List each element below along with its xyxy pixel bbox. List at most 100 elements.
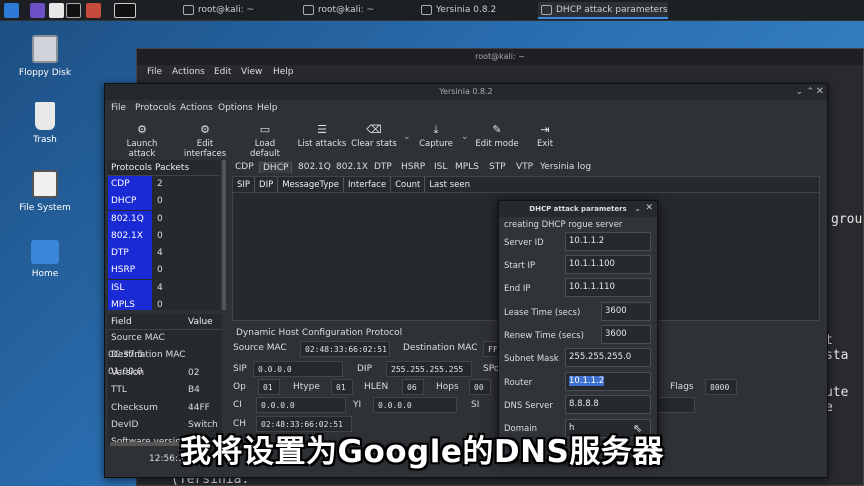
tab-8021q[interactable]: 802.1Q (295, 162, 334, 172)
menu-view[interactable]: View (241, 67, 262, 77)
yersinia-window[interactable]: Yersinia 0.8.2 ⌄ ⌃ ✕ File Protocols Acti… (104, 83, 828, 478)
protocols-panel: Protocols Packets CDP 2 DHCP 0 802.1Q 0 802.… (108, 160, 220, 310)
file-manager-icon[interactable] (49, 3, 64, 18)
hlen-label: HLEN (364, 382, 389, 392)
hops-field[interactable]: 00 (469, 379, 491, 395)
field-row[interactable]: TTL B4 (108, 382, 222, 399)
tab-dhcp[interactable]: DHCP (259, 162, 293, 173)
desktop-trash[interactable]: Trash (10, 102, 80, 145)
edit-mode-button[interactable]: ✎ Edit mode (475, 124, 519, 150)
lease-time-label: Lease Time (secs) (504, 308, 581, 318)
protocol-row[interactable]: CDP 2 (108, 176, 220, 193)
terminal-launcher-icon[interactable] (66, 3, 81, 18)
tab-vtp[interactable]: VTP (513, 162, 536, 172)
router-input[interactable]: 10.1.1.2 (565, 372, 651, 391)
dialog-title: DHCP attack parameters (499, 201, 657, 217)
menu-file[interactable]: File (111, 103, 126, 113)
server-id-input[interactable]: 10.1.1.2 (565, 232, 651, 251)
htype-field[interactable]: 01 (331, 379, 353, 395)
clear-stats-button[interactable]: ⌫ Clear stats (350, 123, 398, 150)
workspace-icon[interactable] (30, 3, 45, 18)
op-field[interactable]: 01 (258, 379, 280, 395)
clear-icon: ⌫ (366, 123, 382, 136)
tab-stp[interactable]: STP (486, 162, 509, 172)
tab-yersinia-log[interactable]: Yersinia log (537, 162, 594, 172)
desktop-floppy[interactable]: Floppy Disk (10, 35, 80, 78)
exit-button[interactable]: ⇥ Exit (531, 124, 559, 150)
end-ip-input[interactable]: 10.1.1.110 (565, 278, 651, 297)
chevron-down-icon[interactable]: ⌄ (461, 132, 469, 142)
tab-dtp[interactable]: DTP (371, 162, 395, 172)
terminal-icon[interactable] (114, 3, 136, 18)
menu-help[interactable]: Help (257, 103, 278, 113)
list-attacks-button[interactable]: ☰ List attacks (297, 124, 347, 150)
menu-help[interactable]: Help (273, 67, 294, 77)
fields-header: Field Value (108, 314, 222, 330)
tab-hsrp[interactable]: HSRP (398, 162, 428, 172)
maximize-icon[interactable]: ⌃ (806, 87, 814, 97)
launch-attack-button[interactable]: ⚙ Launch attack (113, 124, 171, 160)
task-yersinia[interactable]: Yersinia 0.8.2 (418, 2, 526, 19)
hlen-field[interactable]: 06 (402, 379, 424, 395)
yi-field[interactable]: 0.0.0.0 (373, 397, 457, 413)
selected-text: 10.1.1.2 (569, 376, 605, 386)
chevron-down-icon[interactable]: ⌄ (403, 132, 411, 142)
edit-interfaces-button[interactable]: ⚙ Edit interfaces (175, 124, 235, 160)
dip-field[interactable]: 255.255.255.255 (386, 361, 472, 377)
tab-cdp[interactable]: CDP (232, 162, 257, 172)
protocol-row[interactable]: 802.1Q 0 (108, 210, 220, 228)
protocol-row[interactable]: ISL 4 (108, 279, 220, 297)
protocol-row[interactable]: HSRP 0 (108, 262, 220, 280)
source-mac-field[interactable]: 02:48:33:66:02:51 (300, 341, 390, 357)
minimize-icon[interactable]: ⌄ (795, 87, 803, 97)
field-row[interactable]: Destination MAC01:00:0 (108, 347, 222, 377)
yersinia-title: Yersinia 0.8.2 (105, 84, 827, 100)
desktop-filesystem[interactable]: File System (10, 170, 80, 213)
minimize-icon[interactable]: ⌄ (634, 204, 641, 213)
close-icon[interactable]: ✕ (816, 86, 824, 97)
menu-actions[interactable]: Actions (172, 67, 205, 77)
section-title: Dynamic Host Configuration Protocol (236, 328, 403, 338)
tab-8021x[interactable]: 802.1X (333, 162, 371, 172)
kali-menu-icon[interactable] (4, 3, 19, 18)
ci-field[interactable]: 0.0.0.0 (256, 397, 346, 413)
field-row[interactable]: Checksum 44FF (108, 400, 222, 417)
htype-label: Htype (293, 382, 320, 392)
menu-options[interactable]: Options (218, 103, 253, 113)
window-icon (541, 5, 552, 15)
terminal-title: root@kali: ~ (137, 49, 863, 65)
router-label: Router (504, 378, 533, 388)
task-terminal-1[interactable]: root@kali: ~ (180, 2, 290, 19)
start-ip-input[interactable]: 10.1.1.100 (565, 255, 651, 274)
tab-isl[interactable]: ISL (431, 162, 450, 172)
close-icon[interactable]: ✕ (645, 203, 653, 213)
browser-icon[interactable] (86, 3, 101, 18)
protocol-row[interactable]: DTP 4 (108, 245, 220, 263)
capture-button[interactable]: ⤓ Capture (417, 124, 455, 150)
extra-field[interactable] (655, 397, 695, 413)
menu-actions[interactable]: Actions (180, 103, 213, 113)
load-default-button[interactable]: ▭ Load default (239, 124, 291, 160)
task-terminal-2[interactable]: root@kali: ~ (300, 2, 410, 19)
subnet-mask-input[interactable]: 255.255.255.0 (565, 348, 651, 367)
desktop-home[interactable]: Home (10, 240, 80, 279)
task-dhcp-params[interactable]: DHCP attack parameters (538, 2, 668, 19)
window-icon (421, 5, 432, 15)
sip-field[interactable]: 0.0.0.0 (253, 361, 343, 377)
protocol-row[interactable]: DHCP 0 (108, 193, 220, 211)
yi-label: YI (353, 400, 362, 410)
protocol-row[interactable]: MPLS 0 (108, 297, 220, 310)
renew-time-input[interactable]: 3600 (601, 325, 651, 344)
protocols-scrollbar[interactable] (222, 160, 226, 310)
field-row[interactable]: Source MAC0C:37:5 (108, 330, 222, 360)
lease-time-input[interactable]: 3600 (601, 302, 651, 321)
protocol-row[interactable]: 802.1X 0 (108, 227, 220, 245)
flags-field[interactable]: 8000 (705, 379, 737, 395)
tab-mpls[interactable]: MPLS (452, 162, 482, 172)
menu-file[interactable]: File (147, 67, 162, 77)
menu-protocols[interactable]: Protocols (135, 103, 176, 113)
dns-server-input[interactable]: 8.8.8.8 (565, 395, 651, 414)
dhcp-params-dialog[interactable]: DHCP attack parameters ⌄ ✕ creating DHCP… (498, 200, 658, 460)
field-row[interactable]: Version 02 (108, 365, 222, 382)
menu-edit[interactable]: Edit (214, 67, 231, 77)
